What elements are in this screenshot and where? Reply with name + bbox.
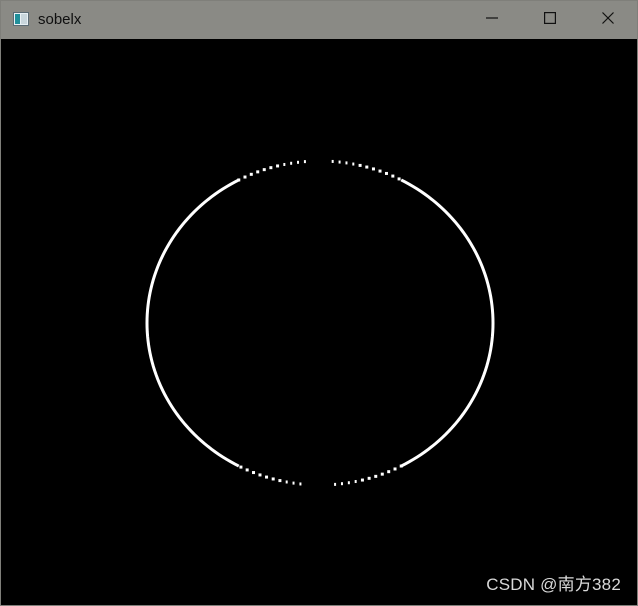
edge-dot-bottom xyxy=(334,482,337,486)
opencv-window-icon xyxy=(13,12,29,26)
edge-dot-bottom xyxy=(285,480,288,484)
edge-dot-top xyxy=(297,160,300,164)
edge-dot-top xyxy=(371,167,375,171)
edge-dot-top xyxy=(249,172,253,176)
edge-dot-bottom xyxy=(292,481,295,485)
sobelx-window: sobelx CSDN @南方382 xyxy=(0,0,638,606)
edge-dot-top xyxy=(352,162,355,166)
edge-dot-top xyxy=(378,169,382,173)
edge-dot-top xyxy=(384,171,388,175)
edge-outline xyxy=(145,159,495,486)
edge-dot-bottom xyxy=(399,464,403,468)
edge-dot-bottom xyxy=(271,477,275,481)
close-icon xyxy=(602,11,614,29)
edge-dot-bottom xyxy=(393,467,397,471)
edge-arc-right xyxy=(400,178,495,468)
edge-dot-bottom xyxy=(239,465,243,469)
edge-dot-bottom xyxy=(367,476,371,480)
edge-dot-bottom xyxy=(347,481,350,485)
minimize-button[interactable] xyxy=(463,1,521,39)
edge-dot-top xyxy=(256,170,260,174)
edge-dot-top xyxy=(391,174,395,178)
edge-dot-top xyxy=(269,166,273,170)
edge-dot-bottom xyxy=(299,482,302,486)
edge-dot-bottom xyxy=(360,478,364,482)
title-bar[interactable]: sobelx xyxy=(1,1,637,39)
window-title: sobelx xyxy=(38,11,82,28)
close-button[interactable] xyxy=(579,1,637,39)
edge-dot-bottom xyxy=(387,470,391,474)
edge-dot-bottom xyxy=(245,468,249,472)
watermark: CSDN @南方382 xyxy=(486,575,621,594)
edge-dot-top xyxy=(243,175,247,179)
maximize-icon xyxy=(544,11,557,29)
edge-dot-bottom xyxy=(265,475,269,479)
edge-dot-top xyxy=(290,161,293,165)
image-canvas: CSDN @南方382 xyxy=(3,40,635,603)
edge-dot-bottom xyxy=(374,474,378,478)
edge-dot-top xyxy=(397,177,401,181)
edge-dot-bottom xyxy=(252,471,256,475)
edge-dot-bottom xyxy=(354,480,357,484)
edge-dot-top xyxy=(345,161,348,165)
edge-dot-bottom xyxy=(258,473,262,477)
edge-dot-top xyxy=(365,165,369,169)
edge-dot-top xyxy=(262,168,266,172)
edge-dot-top xyxy=(283,162,286,166)
edge-dot-top xyxy=(276,164,280,168)
edge-arc-left xyxy=(145,178,240,468)
edge-dot-top xyxy=(331,159,334,163)
edge-dot-top xyxy=(303,160,306,164)
minimize-icon xyxy=(486,11,498,29)
edge-dot-top xyxy=(237,178,241,182)
edge-dot-bottom xyxy=(340,482,343,486)
maximize-button[interactable] xyxy=(521,1,579,39)
edge-dot-top xyxy=(338,160,341,164)
edge-dot-bottom xyxy=(278,479,282,483)
edge-dot-top xyxy=(358,163,362,167)
edge-dot-bottom xyxy=(380,472,384,476)
